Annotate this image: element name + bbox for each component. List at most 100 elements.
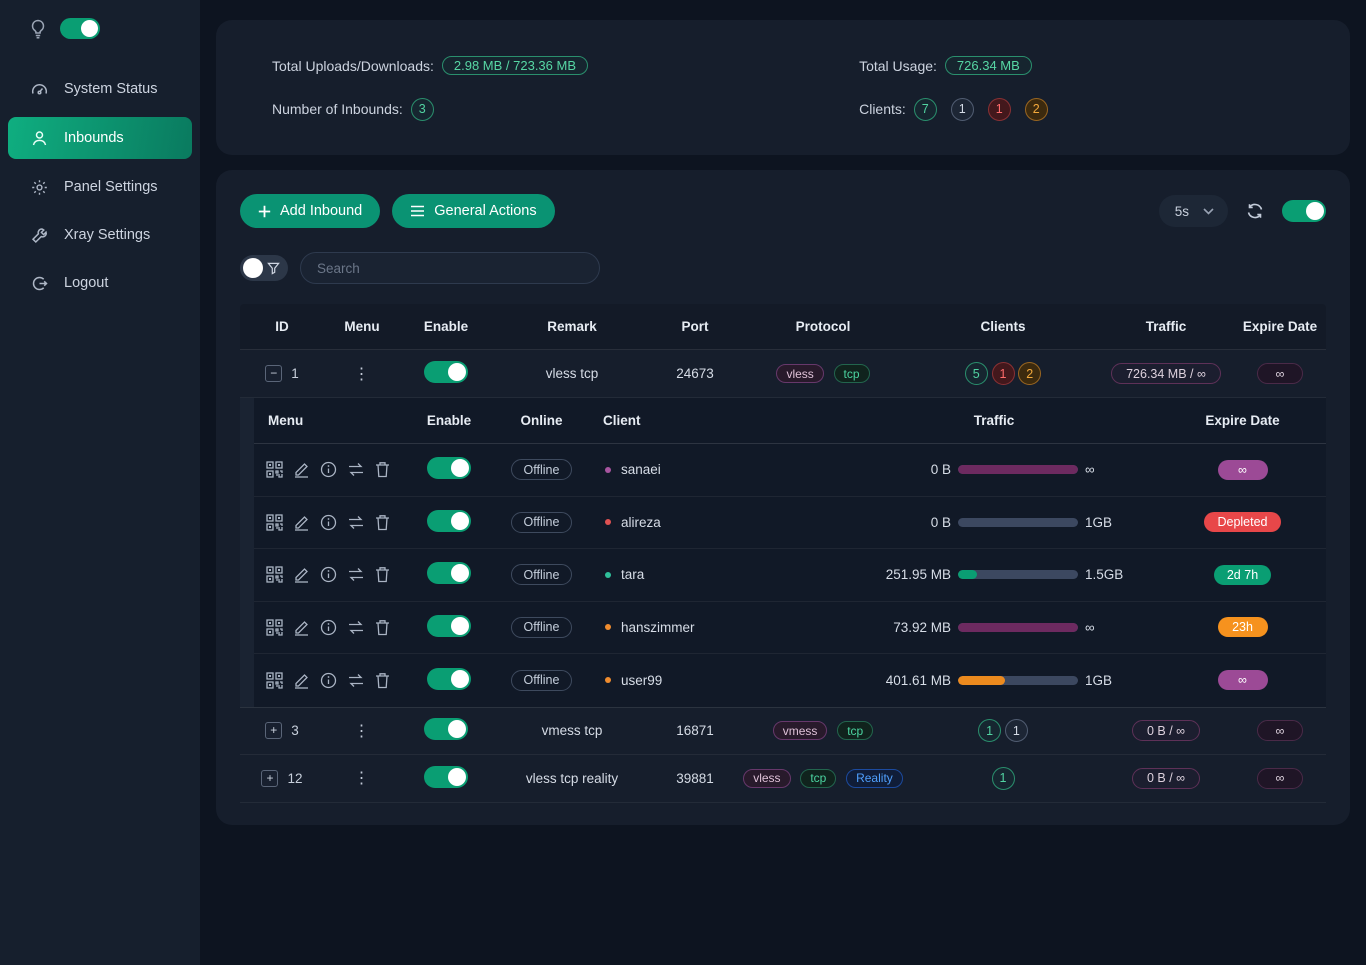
inbound-enable-toggle[interactable] [424, 718, 468, 740]
sidebar-item-label: Xray Settings [64, 227, 150, 243]
theme-toggle[interactable] [60, 18, 100, 39]
client-enable-toggle[interactable] [427, 668, 471, 690]
add-inbound-button[interactable]: Add Inbound [240, 194, 380, 228]
edit-pencil-icon[interactable] [293, 619, 310, 636]
expire-badge: ∞ [1257, 363, 1304, 384]
info-circle-icon[interactable] [320, 619, 337, 636]
qr-code-icon[interactable] [266, 672, 283, 689]
reset-arrows-icon[interactable] [347, 462, 365, 477]
dashboard-icon [31, 81, 48, 98]
client-count-badge: 2 [1018, 362, 1041, 385]
stat-label: Total Usage: [859, 58, 937, 74]
info-circle-icon[interactable] [320, 566, 337, 583]
client-count-badge: 1 [992, 362, 1015, 385]
qr-code-icon[interactable] [266, 566, 283, 583]
reset-arrows-icon[interactable] [347, 620, 365, 635]
stat-total-usage: Total Usage: 726.34 MB [859, 56, 1294, 75]
expand-row-button[interactable]: + [265, 722, 282, 739]
sidebar-item-label: System Status [64, 81, 157, 97]
reset-arrows-icon[interactable] [347, 515, 365, 530]
sidebar: System Status Inbounds Panel Settings [0, 0, 200, 965]
reset-arrows-icon[interactable] [347, 567, 365, 582]
trash-icon[interactable] [375, 566, 390, 583]
subcol-menu: Menu [254, 413, 404, 428]
info-circle-icon[interactable] [320, 461, 337, 478]
col-menu: Menu [324, 319, 400, 334]
trash-icon[interactable] [375, 514, 390, 531]
subtable-header: Menu Enable Online Client Traffic Expire… [254, 398, 1326, 444]
clients-count-depleted: 1 [988, 98, 1011, 121]
chevron-down-icon [1203, 208, 1214, 215]
client-expire-badge: ∞ [1218, 670, 1268, 690]
search-input[interactable] [300, 252, 600, 284]
auto-refresh-toggle[interactable] [1282, 200, 1326, 222]
trash-icon[interactable] [375, 672, 390, 689]
info-circle-icon[interactable] [320, 672, 337, 689]
client-row: Offline alireza 0 B 1GB Depleted [254, 497, 1326, 550]
traffic-progress-bar [958, 676, 1078, 685]
stat-number-of-inbounds: Number of Inbounds: 3 [272, 98, 859, 121]
client-enable-toggle[interactable] [427, 562, 471, 584]
inbound-enable-toggle[interactable] [424, 766, 468, 788]
expand-row-button[interactable]: + [261, 770, 278, 787]
clients-count-total: 1 [951, 98, 974, 121]
filter-toggle[interactable] [240, 255, 288, 281]
inbound-row: + 3 ⋮ vmess tcp 16871 vmess tcp 1 1 [240, 707, 1326, 755]
row-menu-icon[interactable]: ⋮ [354, 723, 371, 740]
inbound-enable-toggle[interactable] [424, 361, 468, 383]
row-menu-icon[interactable]: ⋮ [354, 770, 371, 787]
sidebar-item-panel-settings[interactable]: Panel Settings [0, 167, 200, 207]
edit-pencil-icon[interactable] [293, 566, 310, 583]
edit-pencil-icon[interactable] [293, 514, 310, 531]
refresh-icon[interactable] [1246, 202, 1264, 220]
row-menu-icon[interactable]: ⋮ [354, 366, 371, 383]
reset-arrows-icon[interactable] [347, 673, 365, 688]
client-color-dot [605, 677, 611, 683]
filter-funnel-icon [267, 262, 280, 275]
user-icon [31, 130, 48, 147]
col-remark: Remark [492, 319, 652, 334]
client-color-dot [605, 519, 611, 525]
online-status-badge: Offline [511, 512, 573, 533]
stat-value-badge: 726.34 MB [945, 56, 1032, 75]
search-row [240, 252, 1326, 284]
edit-pencil-icon[interactable] [293, 461, 310, 478]
sidebar-item-xray-settings[interactable]: Xray Settings [0, 215, 200, 255]
trash-icon[interactable] [375, 461, 390, 478]
protocol-badge: Reality [846, 769, 903, 788]
client-expire-badge: 2d 7h [1214, 565, 1271, 585]
traffic-badge: 0 B / ∞ [1132, 768, 1200, 789]
inbound-remark: vmess tcp [492, 723, 652, 738]
info-circle-icon[interactable] [320, 514, 337, 531]
subcol-expire-date: Expire Date [1159, 413, 1326, 428]
sidebar-item-logout[interactable]: Logout [0, 263, 200, 303]
client-color-dot [605, 467, 611, 473]
traffic-badge: 726.34 MB / ∞ [1111, 363, 1221, 384]
qr-code-icon[interactable] [266, 619, 283, 636]
trash-icon[interactable] [375, 619, 390, 636]
edit-pencil-icon[interactable] [293, 672, 310, 689]
traffic-progress-bar [958, 570, 1078, 579]
inbound-port: 24673 [652, 366, 738, 381]
sidebar-item-inbounds[interactable]: Inbounds [8, 117, 192, 159]
expire-badge: ∞ [1257, 768, 1304, 789]
qr-code-icon[interactable] [266, 461, 283, 478]
qr-code-icon[interactable] [266, 514, 283, 531]
refresh-interval-value: 5s [1175, 204, 1189, 219]
client-enable-toggle[interactable] [427, 510, 471, 532]
general-actions-button[interactable]: General Actions [392, 194, 554, 228]
subcol-traffic: Traffic [829, 413, 1159, 428]
main-content: Total Uploads/Downloads: 2.98 MB / 723.3… [200, 0, 1366, 965]
traffic-total: ∞ [1085, 462, 1133, 477]
theme-bulb-icon [30, 19, 46, 39]
inbound-id: 1 [291, 366, 299, 381]
refresh-interval-select[interactable]: 5s [1159, 195, 1228, 227]
client-color-dot [605, 572, 611, 578]
client-name: user99 [621, 673, 662, 688]
clients-subtable: Menu Enable Online Client Traffic Expire… [240, 398, 1326, 707]
traffic-used: 401.61 MB [855, 673, 951, 688]
collapse-row-button[interactable]: − [265, 365, 282, 382]
client-enable-toggle[interactable] [427, 615, 471, 637]
sidebar-item-system-status[interactable]: System Status [0, 69, 200, 109]
client-enable-toggle[interactable] [427, 457, 471, 479]
